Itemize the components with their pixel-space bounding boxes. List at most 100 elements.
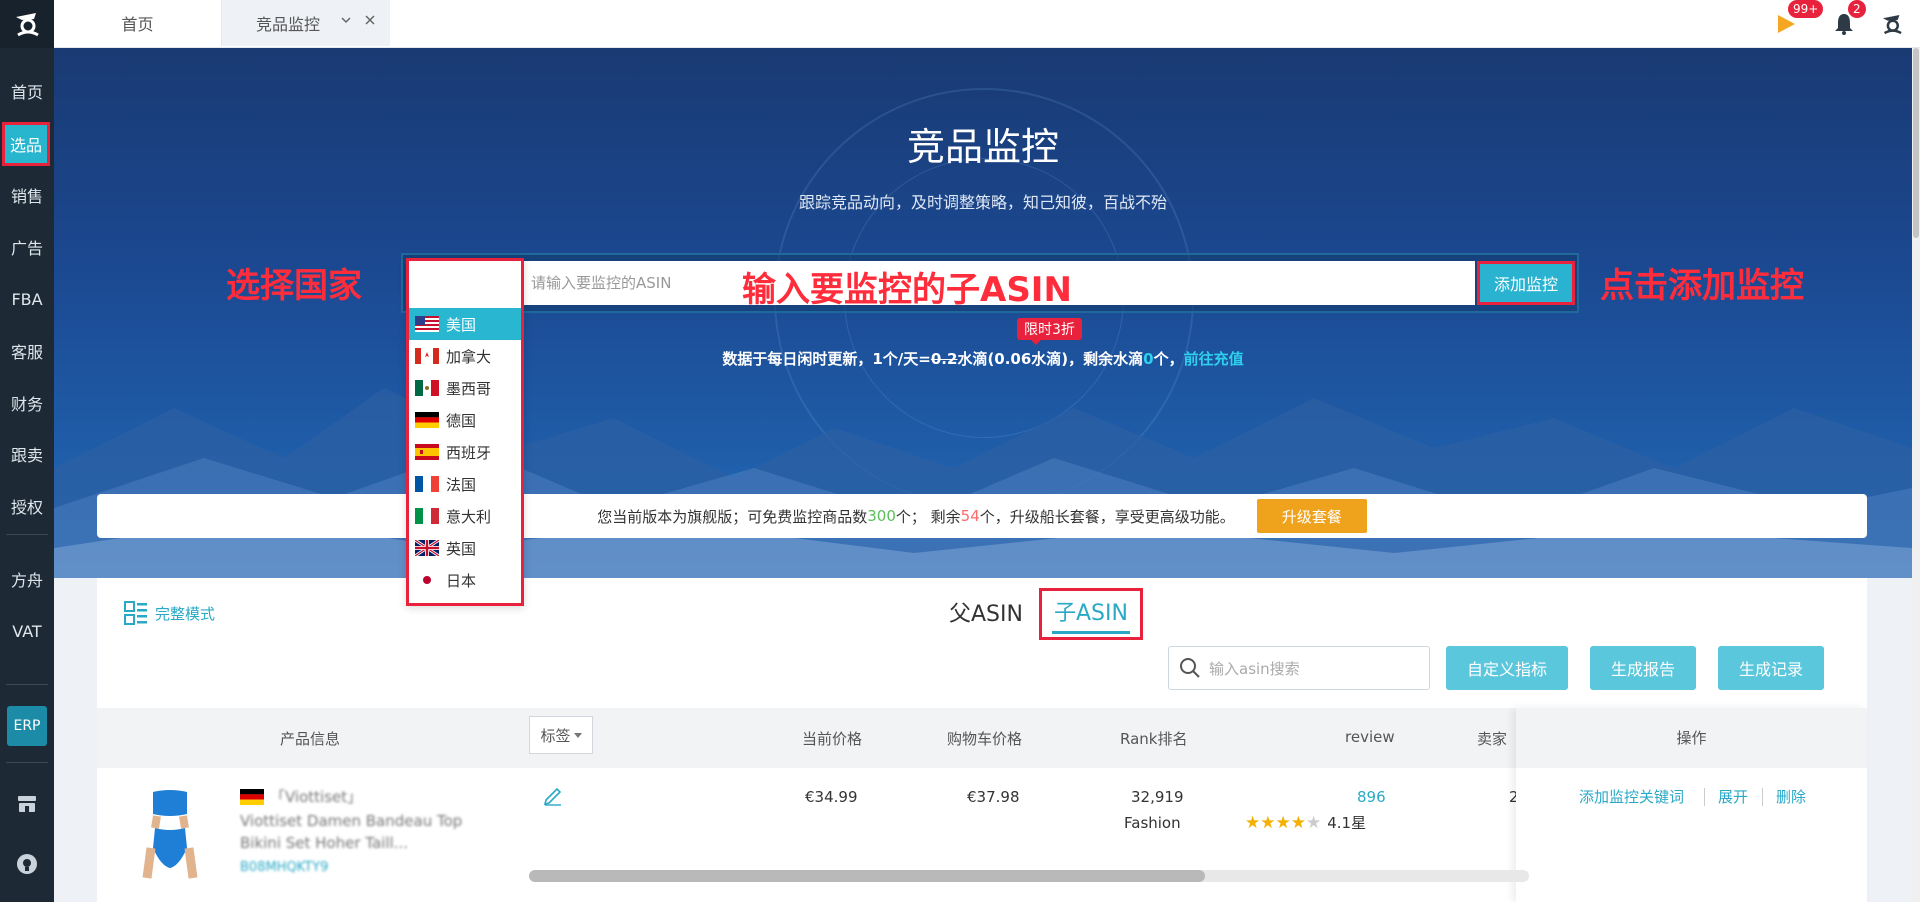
sidebar-item-erp[interactable]: ERP [7, 706, 47, 746]
sidebar-item-follow[interactable]: 跟卖 [0, 432, 54, 476]
product-title-line2[interactable]: Bikini Set Hoher Taill... [240, 834, 408, 852]
custom-metrics-button[interactable]: 自定义指标 [1446, 646, 1568, 690]
product-brand: 「Viottiset」 [240, 786, 362, 807]
product-title-line1[interactable]: Viottiset Damen Bandeau Top [240, 812, 462, 830]
star-icon: ★ [1245, 812, 1261, 833]
horizontal-scrollbar[interactable] [529, 870, 1529, 882]
country-option-de[interactable]: 德国 [409, 404, 521, 436]
country-select-header[interactable] [409, 261, 521, 293]
product-asin[interactable]: B08MHQKTY9 [240, 860, 328, 875]
annotation-input-asin: 输入要监控的子ASIN [742, 270, 1072, 310]
germany-flag-icon [240, 788, 264, 805]
vertical-scrollbar[interactable] [1912, 48, 1920, 902]
mexico-flag-icon [415, 380, 439, 396]
pricing-text: 个， [1153, 350, 1184, 368]
sidebar-item-ark[interactable]: 方舟 [0, 557, 54, 601]
notice-text: 您当前版本为旗舰版；可免费监控商品数 [597, 507, 868, 526]
store-icon[interactable] [13, 790, 41, 818]
generate-report-button[interactable]: 生成报告 [1590, 646, 1696, 690]
country-dropdown: 美国 加拿大 墨西哥 德国 西班牙 法国 意大利 英国 日本 [406, 258, 524, 606]
uk-flag-icon [415, 540, 439, 556]
tag-filter-select[interactable]: 标签 [529, 716, 593, 754]
page-subtitle: 跟踪竞品动向，及时调整策略，知己知彼，百战不殆 [798, 193, 1167, 212]
mode-label: 完整模式 [155, 604, 216, 623]
logo-icon [16, 13, 39, 37]
user-avatar[interactable] [1874, 6, 1910, 42]
scrollbar-thumb[interactable] [529, 870, 1205, 882]
review-count[interactable]: 896 [1357, 788, 1386, 806]
op-divider [1704, 788, 1705, 806]
sidebar-item-auth[interactable]: 授权 [0, 484, 54, 528]
col-ops: 操作 [1516, 708, 1867, 768]
delete-link[interactable]: 删除 [1776, 786, 1806, 807]
sidebar-item-sales[interactable]: 销售 [0, 173, 54, 217]
edit-tag-icon[interactable] [542, 784, 564, 810]
product-image[interactable] [139, 788, 201, 880]
rank-value: 32,919 [1131, 788, 1184, 806]
grid-list-icon [124, 601, 147, 625]
tab-bar: 首页 竞品监控 99+ 2 [54, 0, 1920, 48]
caret-down-icon [573, 732, 582, 738]
flag-icon[interactable]: 99+ [1768, 0, 1824, 42]
flag-badge: 99+ [1788, 0, 1824, 18]
mountain-background [54, 388, 1912, 578]
scrollbar-thumb[interactable] [1913, 48, 1919, 238]
sidebar-item-vat[interactable]: VAT [0, 609, 54, 653]
country-label: 法国 [446, 475, 477, 494]
sidebar-item-selection[interactable]: 选品 [2, 122, 50, 166]
country-option-fr[interactable]: 法国 [409, 468, 521, 500]
tab-parent-asin[interactable]: 父ASIN [949, 596, 1023, 628]
monitor-panel: 完整模式 父ASIN 子ASIN 自定义指标 生成报告 生成记录 产品信息 标签… [97, 578, 1867, 902]
country-option-mx[interactable]: 墨西哥 [409, 372, 521, 404]
generate-records-button[interactable]: 生成记录 [1718, 646, 1824, 690]
upgrade-button[interactable]: 升级套餐 [1256, 499, 1367, 533]
country-option-ca[interactable]: 加拿大 [409, 340, 521, 372]
country-option-us[interactable]: 美国 [409, 308, 521, 340]
country-option-uk[interactable]: 英国 [409, 532, 521, 564]
country-label: 德国 [446, 411, 477, 430]
japan-flag-icon [415, 572, 439, 588]
asin-search-input[interactable] [1209, 657, 1419, 681]
country-label: 加拿大 [446, 347, 492, 366]
sidebar-item-service[interactable]: 客服 [0, 329, 54, 373]
add-keyword-link[interactable]: 添加监控关键词 [1579, 786, 1684, 807]
support-icon[interactable] [13, 850, 41, 878]
col-rank[interactable]: Rank排名 [1120, 728, 1187, 749]
star-icon: ★ [1275, 812, 1291, 833]
sidebar-divider [6, 534, 48, 535]
country-option-es[interactable]: 西班牙 [409, 436, 521, 468]
expand-link[interactable]: 展开 [1718, 786, 1748, 807]
col-seller[interactable]: 卖家 [1477, 728, 1513, 749]
full-mode-toggle[interactable]: 完整模式 [123, 600, 215, 626]
sidebar-item-fba[interactable]: FBA [0, 277, 54, 321]
page-title: 竞品监控 [906, 125, 1059, 169]
star-icon: ★ [1290, 812, 1306, 833]
sidebar-item-finance[interactable]: 财务 [0, 381, 54, 425]
sidebar-divider [6, 684, 48, 685]
annotation-select-country: 选择国家 [226, 266, 362, 306]
chevron-down-icon[interactable] [340, 14, 352, 30]
recharge-link[interactable]: 前往充值 [1184, 350, 1244, 368]
bell-icon[interactable]: 2 [1826, 0, 1866, 42]
country-option-it[interactable]: 意大利 [409, 500, 521, 532]
close-icon[interactable] [364, 14, 376, 30]
star-empty-icon: ★ [1306, 812, 1322, 833]
tab-home[interactable]: 首页 [54, 0, 222, 46]
op-divider [1762, 788, 1763, 806]
canada-flag-icon [415, 348, 439, 364]
col-cart-price[interactable]: 购物车价格 [947, 728, 1022, 749]
col-review[interactable]: review [1345, 728, 1395, 746]
cart-price: €37.98 [967, 788, 1020, 806]
sidebar-item-home[interactable]: 首页 [0, 69, 54, 113]
add-monitor-button[interactable]: 添加监控 [1477, 261, 1575, 305]
annotation-click-add: 点击添加监控 [1600, 266, 1804, 306]
us-flag-icon [415, 316, 439, 332]
col-price[interactable]: 当前价格 [802, 728, 862, 749]
remaining-count: 54 [960, 507, 980, 525]
tab-competitor-monitor[interactable]: 竞品监控 [222, 0, 390, 46]
country-option-jp[interactable]: 日本 [409, 564, 521, 596]
sidebar-item-ads[interactable]: 广告 [0, 225, 54, 269]
rank-category: Fashion [1124, 814, 1181, 832]
tab-child-asin[interactable]: 子ASIN [1039, 588, 1143, 640]
app-logo[interactable] [0, 0, 54, 48]
